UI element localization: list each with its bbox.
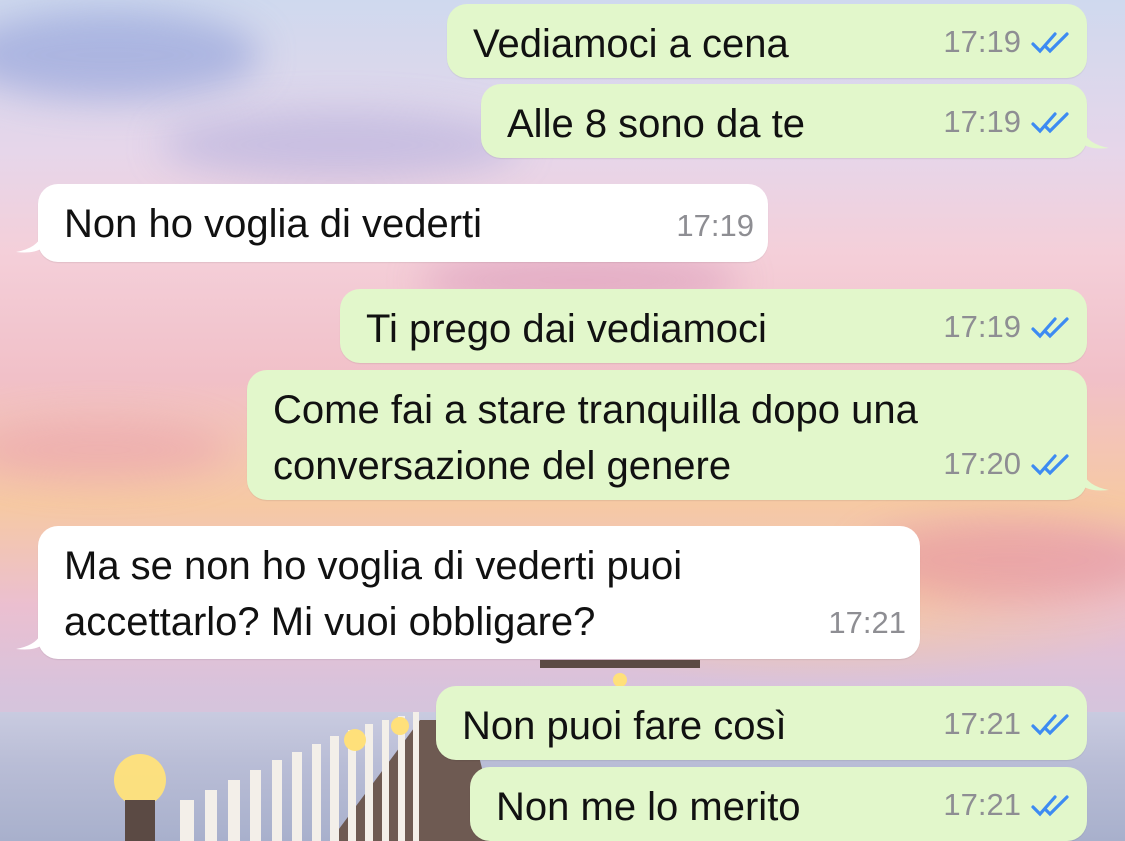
message-meta: 17:19	[943, 94, 1073, 150]
message-meta: 17:19	[943, 299, 1073, 355]
read-double-check-icon	[1031, 112, 1069, 134]
bubble-tail	[16, 234, 42, 253]
message-meta: 17:21	[828, 595, 906, 651]
read-double-check-icon	[1031, 32, 1069, 54]
outgoing-message-bubble[interactable]: Non me lo merito 17:21	[470, 767, 1087, 841]
outgoing-message-bubble[interactable]: Non puoi fare così 17:21	[436, 686, 1087, 760]
read-double-check-icon	[1031, 454, 1069, 476]
message-meta: 17:21	[943, 777, 1073, 833]
message-timestamp: 17:19	[943, 309, 1021, 344]
incoming-message-bubble[interactable]: Non ho voglia di vederti 17:19	[16, 184, 768, 262]
message-timestamp: 17:21	[943, 787, 1021, 822]
message-timestamp: 17:21	[828, 605, 906, 640]
message-timestamp: 17:19	[943, 104, 1021, 139]
message-meta: 17:20	[943, 436, 1073, 492]
read-double-check-icon	[1031, 714, 1069, 736]
message-timestamp: 17:21	[943, 706, 1021, 741]
read-double-check-icon	[1031, 795, 1069, 817]
message-timestamp: 17:19	[676, 208, 754, 243]
message-timestamp: 17:20	[943, 446, 1021, 481]
outgoing-message-bubble[interactable]: Come fai a stare tranquilla dopo una con…	[247, 370, 1109, 500]
message-meta: 17:19	[943, 14, 1073, 70]
outgoing-message-bubble[interactable]: Alle 8 sono da te 17:19	[481, 84, 1109, 158]
outgoing-message-bubble[interactable]: Vediamoci a cena 17:19	[447, 4, 1087, 78]
read-double-check-icon	[1031, 317, 1069, 339]
message-meta: 17:19	[676, 198, 754, 254]
bubble-tail	[1083, 130, 1109, 149]
outgoing-message-bubble[interactable]: Ti prego dai vediamoci 17:19	[340, 289, 1087, 363]
message-meta: 17:21	[943, 696, 1073, 752]
bubble-tail	[16, 631, 42, 650]
incoming-message-bubble[interactable]: Ma se non ho voglia di vederti puoi acce…	[16, 526, 920, 659]
message-timestamp: 17:19	[943, 24, 1021, 59]
bubble-tail	[1083, 472, 1109, 491]
message-text: Non ho voglia di vederti	[64, 202, 483, 246]
message-text: Ma se non ho voglia di vederti puoi acce…	[64, 544, 683, 644]
